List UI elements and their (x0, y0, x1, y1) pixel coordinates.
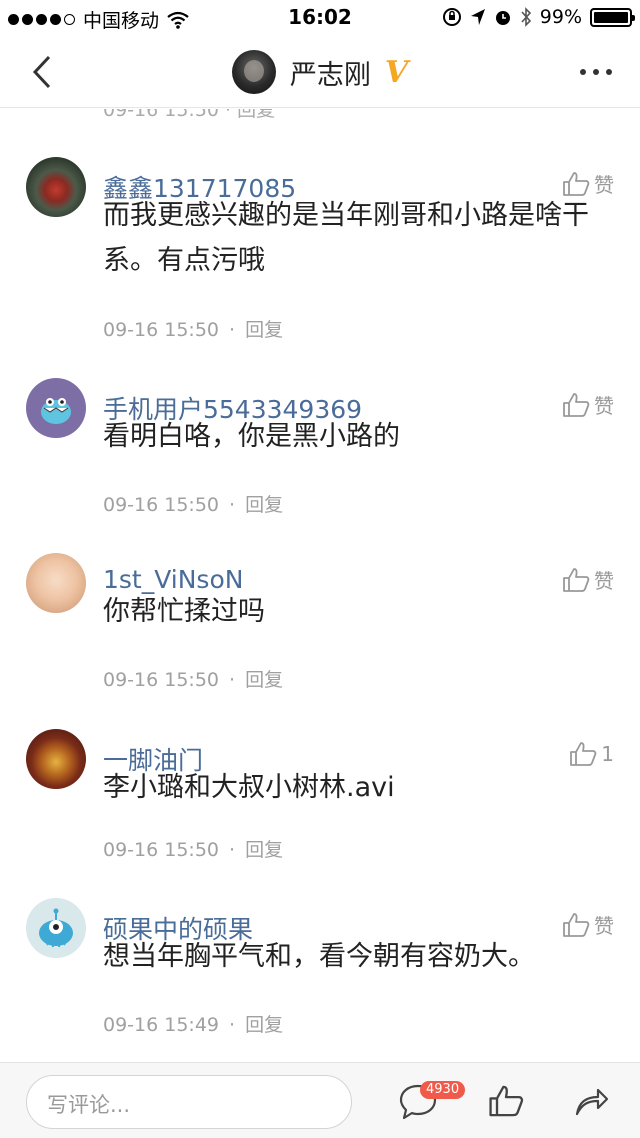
avatar[interactable] (26, 729, 86, 789)
comment-time: 09-16 15:50 (103, 839, 220, 861)
status-bar: 中国移动 16:02 99% (0, 0, 640, 36)
battery-level (594, 11, 628, 23)
avatar[interactable] (26, 898, 86, 958)
avatar[interactable] (231, 50, 276, 94)
like-button[interactable]: 1 (569, 741, 614, 767)
comment-time: 09-16 15:50 (103, 494, 220, 516)
comment-meta: 09-16 15:49 · 回复 (103, 1010, 283, 1037)
battery-icon (590, 7, 635, 27)
partial-comment-meta: 09-16 15:50 · 回复 (103, 109, 276, 121)
comment-list[interactable]: 09-16 15:50 · 回复 鑫鑫131717085 赞 而我更感兴趣的是当… (0, 109, 640, 1061)
dot-separator: · (229, 669, 236, 691)
thumbs-up-icon (489, 1085, 524, 1117)
reply-link[interactable]: 回复 (245, 319, 283, 341)
comment-count-badge: 4930 (420, 1081, 466, 1099)
page-title: 严志刚 (289, 59, 371, 91)
comment-meta: 09-16 15:50 · 回复 (103, 665, 283, 692)
orientation-lock-icon (442, 8, 461, 26)
avatar[interactable] (26, 378, 86, 438)
alarm-icon (495, 11, 510, 25)
share-arrow-icon (575, 1088, 609, 1116)
reply-link[interactable]: 回复 (245, 839, 283, 861)
profile-header[interactable]: 严志刚 V (0, 50, 640, 94)
comment-time: 09-16 15:50 (103, 669, 220, 691)
comment-time: 09-16 15:50 (103, 319, 220, 341)
reply-link[interactable]: 回复 (245, 1014, 283, 1036)
like-count: 1 (601, 742, 614, 766)
location-arrow-icon (470, 9, 485, 25)
bottom-toolbar: 写评论... 4930 (0, 1062, 640, 1138)
cartoon-creature-avatar-icon (39, 908, 73, 948)
avatar[interactable] (26, 157, 86, 217)
avatar[interactable] (26, 553, 86, 613)
bluetooth-icon (521, 7, 531, 27)
comment-meta: 09-16 15:50 · 回复 (103, 315, 283, 342)
comment-time: 09-16 15:49 (103, 1014, 220, 1036)
comment-input[interactable]: 写评论... (26, 1075, 352, 1129)
comment-text: 想当年胸平气和，看今朝有容奶大。 (103, 941, 535, 972)
comment-text: 而我更感兴趣的是当年刚哥和小路是啥干系。有点污哦 (103, 200, 589, 276)
cartoon-monster-avatar-icon (41, 398, 71, 424)
like-post-button[interactable] (488, 1083, 528, 1123)
reply-link[interactable]: 回复 (245, 669, 283, 691)
more-button[interactable] (574, 58, 618, 86)
battery-percent: 99% (539, 6, 582, 28)
reply-link[interactable]: 回复 (245, 494, 283, 516)
comment-meta: 09-16 15:50 · 回复 (103, 490, 283, 517)
dot-separator: · (229, 494, 236, 516)
share-button[interactable] (574, 1085, 614, 1121)
thumbs-up-icon (570, 742, 597, 766)
comment-meta: 09-16 15:50 · 回复 (103, 835, 283, 862)
dot-separator: · (229, 1014, 236, 1036)
more-dots-icon (580, 69, 586, 75)
dot-separator: · (229, 319, 236, 341)
comment-text: 看明白咯，你是黑小路的 (103, 421, 400, 452)
comment-text: 李小璐和大叔小树林.avi (103, 772, 395, 803)
navigation-bar: 严志刚 V (0, 36, 640, 108)
verified-badge: V (384, 54, 409, 90)
dot-separator: · (229, 839, 236, 861)
comment-text: 你帮忙揉过吗 (103, 596, 265, 627)
